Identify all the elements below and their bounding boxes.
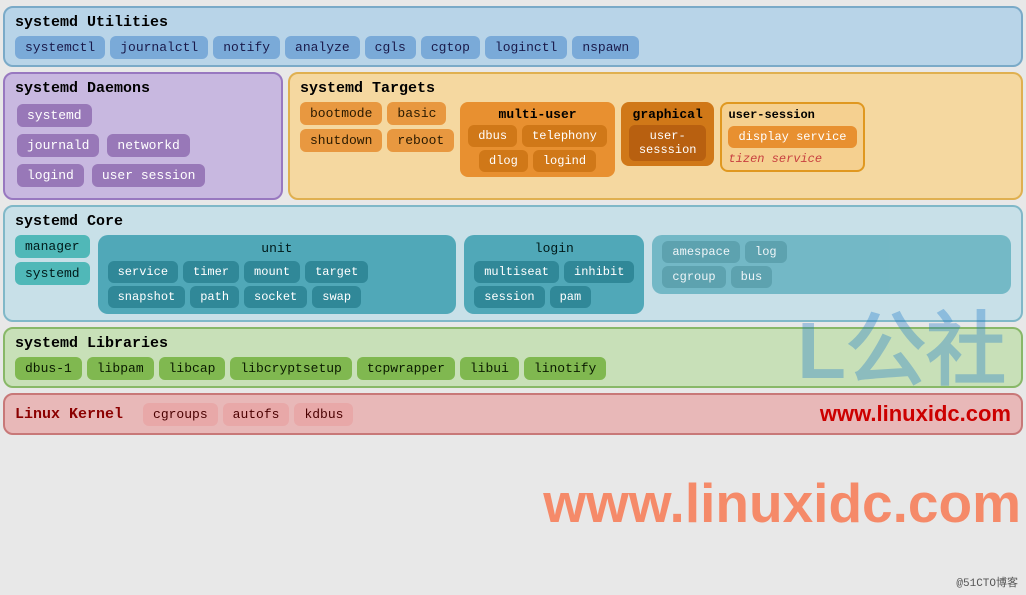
pam-pill: pam xyxy=(550,286,592,308)
daemons-items: systemd journald networkd logind user sessio… xyxy=(15,102,271,189)
user-session-label: user-session xyxy=(728,108,856,122)
kernel-url: www.linuxidc.com xyxy=(820,401,1011,427)
cgtop-pill: cgtop xyxy=(421,36,480,59)
multiuser-row1: dbus telephony xyxy=(468,125,607,147)
multiuser-row2: dlog logind xyxy=(479,150,596,172)
libraries-pills: dbus-1libpamlibcaplibcryptsetup tcpwrappe… xyxy=(15,357,1011,380)
loginctl-pill: loginctl xyxy=(485,36,567,59)
core-systemd-pill: systemd xyxy=(15,262,90,285)
unit-box: unit service timer mount target snapshot… xyxy=(98,235,457,314)
kdbus-kernel-pill: kdbus xyxy=(294,403,353,426)
cgls-pill: cgls xyxy=(365,36,416,59)
logind-daemon: logind xyxy=(17,164,84,187)
unit-label: unit xyxy=(108,241,447,256)
libpam-lib-pill: libpam xyxy=(87,357,154,380)
unit-row1: service timer mount target xyxy=(108,261,447,283)
basic-pill: basic xyxy=(387,102,446,125)
linotify-lib-pill: linotify xyxy=(524,357,606,380)
telephony-pill: telephony xyxy=(522,125,607,147)
namespace-row1: amespace log xyxy=(662,241,1001,263)
graphical-box: graphical user-sesssion xyxy=(621,102,715,166)
utilities-title: systemd Utilities xyxy=(15,14,1011,31)
session-pill: session xyxy=(474,286,544,308)
journalctl-pill: journalctl xyxy=(110,36,208,59)
journald-daemon: journald xyxy=(17,134,99,157)
unit-row2: snapshot path socket swap xyxy=(108,286,447,308)
inhibit-pill: inhibit xyxy=(564,261,634,283)
manager-pill: manager xyxy=(15,235,90,258)
namespace-pill: amespace xyxy=(662,241,740,263)
path-pill: path xyxy=(190,286,239,308)
libraries-section: systemd Libraries dbus-1libpamlibcaplibc… xyxy=(3,327,1023,388)
attribution: @51CTO博客 xyxy=(956,574,1018,590)
multiuser-label: multi-user xyxy=(499,107,577,122)
login-label: login xyxy=(474,241,634,256)
tcpwrapper-lib-pill: tcpwrapper xyxy=(357,357,455,380)
dlog-pill: dlog xyxy=(479,150,528,172)
swap-pill: swap xyxy=(312,286,361,308)
cgroup-pill: cgroup xyxy=(662,266,725,288)
multiuser-box: multi-user dbus telephony dlog logind xyxy=(460,102,615,177)
target-pill: target xyxy=(305,261,368,283)
daemons-title: systemd Daemons xyxy=(15,80,271,97)
display-service-pill: display service xyxy=(728,126,856,148)
targets-inner: bootmode basic shutdown reboot multi-use… xyxy=(300,102,1011,177)
graphical-col: graphical user-sesssion xyxy=(621,102,715,166)
core-title: systemd Core xyxy=(15,213,1011,230)
namespace-row2: cgroup bus xyxy=(662,266,1001,288)
logind-pill: logind xyxy=(533,150,596,172)
dbus-pill: dbus xyxy=(468,125,517,147)
core-inner: manager systemd unit service timer mount… xyxy=(15,235,1011,314)
kernel-pills: cgroupsautofskdbus xyxy=(143,403,800,426)
login-box: login multiseat inhibit session pam xyxy=(464,235,644,314)
targets-section: systemd Targets bootmode basic shutdown … xyxy=(288,72,1023,200)
main-container: systemd Utilities systemctljournalctlnot… xyxy=(3,6,1023,435)
systemd-daemon: systemd xyxy=(17,104,92,127)
shutdown-pill: shutdown xyxy=(300,129,382,152)
networkd-daemon: networkd xyxy=(107,134,189,157)
core-left: manager systemd xyxy=(15,235,90,285)
timer-pill: timer xyxy=(183,261,239,283)
log-pill: log xyxy=(745,241,787,263)
watermark-url: www.linuxidc.com xyxy=(543,471,1021,535)
tizen-service-text: tizen service xyxy=(728,152,856,166)
kernel-section: Linux Kernel cgroupsautofskdbus www.linu… xyxy=(3,393,1023,435)
basic-bottom-pills: shutdown reboot xyxy=(300,129,454,152)
graphical-label: graphical xyxy=(633,107,703,122)
kernel-title: Linux Kernel xyxy=(15,406,123,423)
login-row2: session pam xyxy=(474,286,634,308)
bootmode-pill: bootmode xyxy=(300,102,382,125)
service-pill: service xyxy=(108,261,178,283)
basic-top-pills: bootmode basic xyxy=(300,102,454,125)
libcap-lib-pill: libcap xyxy=(159,357,226,380)
socket-pill: socket xyxy=(244,286,307,308)
core-section: systemd Core manager systemd unit servic… xyxy=(3,205,1023,322)
reboot-pill: reboot xyxy=(387,129,454,152)
utilities-pills: systemctljournalctlnotifyanalyzecglscgto… xyxy=(15,36,1011,59)
snapshot-pill: snapshot xyxy=(108,286,186,308)
bus-pill: bus xyxy=(731,266,773,288)
utilities-section: systemd Utilities systemctljournalctlnot… xyxy=(3,6,1023,67)
namespace-box: amespace log cgroup bus xyxy=(652,235,1011,294)
autofs-kernel-pill: autofs xyxy=(223,403,290,426)
basic-targets-col: bootmode basic shutdown reboot xyxy=(300,102,454,152)
user-session-daemon: user session xyxy=(92,164,206,187)
libraries-title: systemd Libraries xyxy=(15,335,1011,352)
user-session-pill: user-sesssion xyxy=(629,125,707,161)
targets-title: systemd Targets xyxy=(300,80,1011,97)
nspawn-pill: nspawn xyxy=(572,36,639,59)
login-row1: multiseat inhibit xyxy=(474,261,634,283)
daemons-targets-row: systemd Daemons systemd journald networkd l… xyxy=(3,72,1023,200)
notify-pill: notify xyxy=(213,36,280,59)
cgroups-kernel-pill: cgroups xyxy=(143,403,218,426)
systemctl-pill: systemctl xyxy=(15,36,105,59)
daemons-section: systemd Daemons systemd journald networkd l… xyxy=(3,72,283,200)
tizen-box: user-session display service tizen servi… xyxy=(720,102,864,172)
libui-lib-pill: libui xyxy=(460,357,519,380)
dbus-1-lib-pill: dbus-1 xyxy=(15,357,82,380)
libcryptsetup-lib-pill: libcryptsetup xyxy=(230,357,351,380)
analyze-pill: analyze xyxy=(285,36,360,59)
mount-pill: mount xyxy=(244,261,300,283)
multiseat-pill: multiseat xyxy=(474,261,559,283)
